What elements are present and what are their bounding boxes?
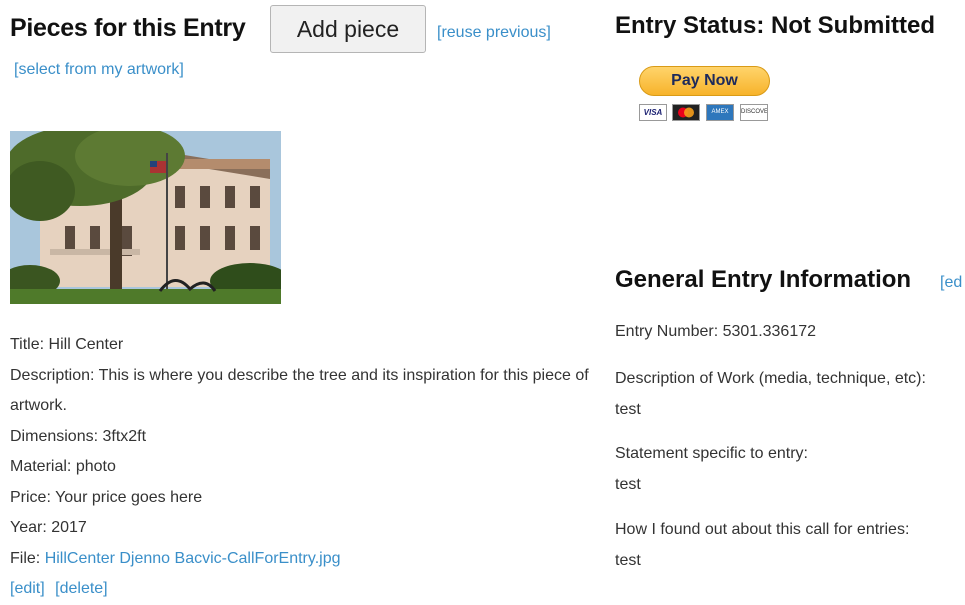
mastercard-card-icon xyxy=(672,104,700,121)
piece-file-label: File: xyxy=(10,549,41,567)
piece-description-value: This is where you describe the tree and … xyxy=(10,366,589,415)
entry-number-label: Entry Number: xyxy=(615,323,719,340)
piece-details: Title: Hill Center Description: This is … xyxy=(10,330,602,605)
reuse-previous-link[interactable]: [reuse previous] xyxy=(437,24,551,42)
piece-description-row: Description: This is where you describe … xyxy=(10,361,602,422)
piece-material-row: Material: photo xyxy=(10,452,602,483)
piece-delete-link[interactable]: [delete] xyxy=(55,580,107,597)
general-edit-link[interactable]: [ed xyxy=(940,274,962,292)
entry-number-row: Entry Number: 5301.336172 xyxy=(615,317,965,348)
piece-file-link[interactable]: HillCenter Djenno Bacvic-CallForEntry.jp… xyxy=(45,550,341,567)
mastercard-circles-graphic xyxy=(678,107,694,118)
piece-dimensions-row: Dimensions: 3ftx2ft xyxy=(10,422,602,453)
visa-card-icon: VISA xyxy=(639,104,667,121)
piece-file-row: File: HillCenter Djenno Bacvic-CallForEn… xyxy=(10,544,602,575)
piece-title-label: Title: xyxy=(10,336,45,353)
description-of-work-value: test xyxy=(615,400,641,418)
piece-title-value: Hill Center xyxy=(48,336,124,353)
statement-row: Statement specific to entry: test xyxy=(615,439,965,500)
found-out-row: How I found out about this call for entr… xyxy=(615,515,965,576)
piece-price-value: Your price goes here xyxy=(55,488,203,506)
description-of-work-row: Description of Work (media, technique, e… xyxy=(615,364,965,425)
statement-label: Statement specific to entry: xyxy=(615,445,808,462)
description-of-work-label: Description of Work (media, technique, e… xyxy=(615,370,926,387)
pay-now-button[interactable]: Pay Now xyxy=(639,66,770,96)
add-piece-button[interactable]: Add piece xyxy=(270,5,426,53)
piece-year-row: Year: 2017 xyxy=(10,513,602,544)
piece-dimensions-label: Dimensions: xyxy=(10,427,99,445)
piece-edit-link[interactable]: [edit] xyxy=(10,580,45,597)
select-from-artwork-link[interactable]: [select from my artwork] xyxy=(14,61,184,79)
discover-card-icon: DISCOVER xyxy=(740,104,768,121)
pieces-heading: Pieces for this Entry xyxy=(10,14,246,42)
piece-dimensions-value: 3ftx2ft xyxy=(102,427,147,445)
piece-title-row: Title: Hill Center xyxy=(10,330,602,361)
found-out-value: test xyxy=(615,551,641,569)
piece-thumbnail-image xyxy=(10,131,281,304)
amex-card-icon: AMEX xyxy=(706,104,734,121)
piece-material-label: Material: xyxy=(10,458,72,475)
general-entry-heading: General Entry Information xyxy=(615,266,912,293)
building-photo-graphic xyxy=(10,131,281,304)
piece-price-label: Price: xyxy=(10,488,51,506)
entry-status-heading: Entry Status: Not Submitted xyxy=(615,12,936,39)
piece-description-label: Description: xyxy=(10,366,95,384)
piece-year-label: Year: xyxy=(10,519,47,536)
piece-material-value: photo xyxy=(75,458,116,475)
piece-year-value: 2017 xyxy=(51,519,87,536)
statement-value: test xyxy=(615,475,641,493)
piece-actions-row: [edit] [delete] xyxy=(10,574,602,605)
found-out-label: How I found out about this call for entr… xyxy=(615,521,910,538)
piece-price-row: Price: Your price goes here xyxy=(10,483,602,514)
entry-number-value: 5301.336172 xyxy=(722,323,817,340)
